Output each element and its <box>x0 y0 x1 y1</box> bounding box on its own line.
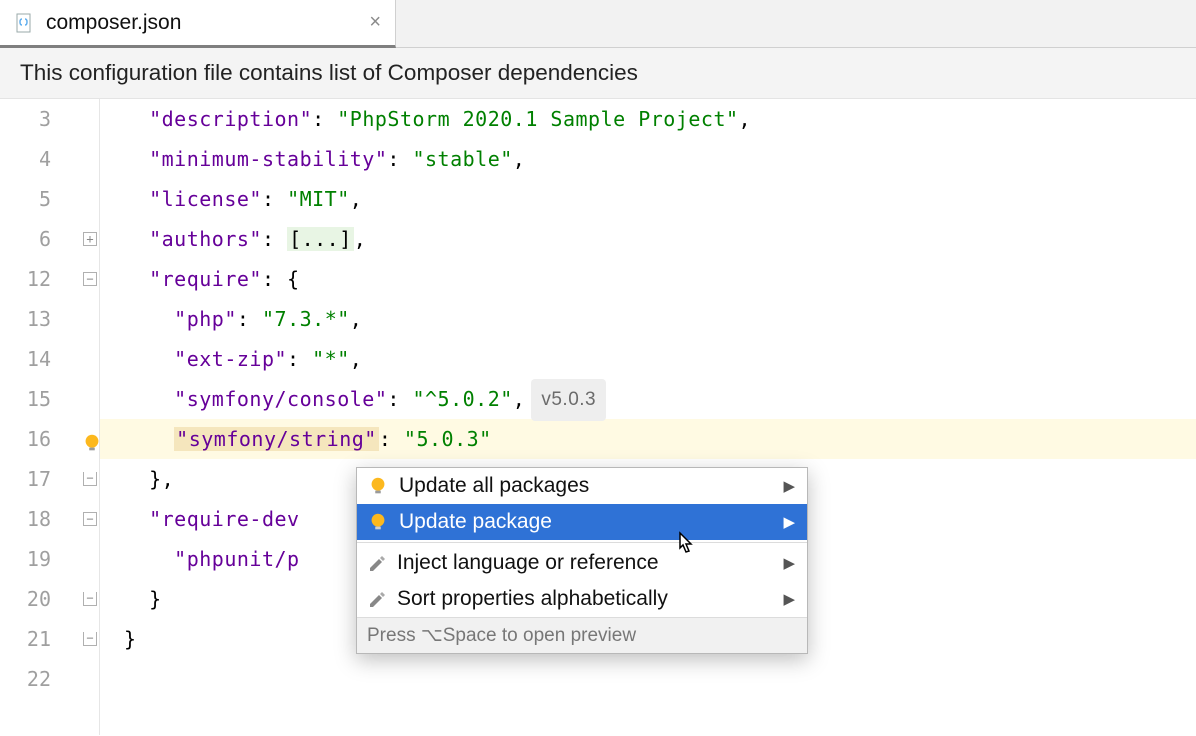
fold-end-icon[interactable]: − <box>83 632 97 646</box>
key-require-dev: "require-dev <box>149 507 300 531</box>
val-description: "PhpStorm 2020.1 Sample Project" <box>337 107 738 131</box>
val-license: "MIT" <box>287 187 350 211</box>
line-number: 18 <box>27 507 51 531</box>
tab-bar: composer.json × <box>0 0 1196 48</box>
bulb-icon <box>367 511 389 533</box>
intention-menu: Update all packages ▶ Update package ▶ I… <box>356 467 808 654</box>
tab-composer-json[interactable]: composer.json × <box>0 0 396 48</box>
menu-sort-properties[interactable]: Sort properties alphabetically ▶ <box>357 581 807 617</box>
pencil-icon <box>367 589 387 609</box>
line-number: 3 <box>39 107 51 131</box>
version-badge: v5.0.3 <box>531 379 606 421</box>
submenu-arrow-icon: ▶ <box>783 513 795 531</box>
submenu-arrow-icon: ▶ <box>783 554 795 572</box>
close-icon[interactable]: × <box>369 11 381 34</box>
line-number: 16 <box>27 427 51 451</box>
composer-banner: This configuration file contains list of… <box>0 48 1196 99</box>
submenu-arrow-icon: ▶ <box>783 590 795 608</box>
menu-label: Update all packages <box>399 474 589 498</box>
fold-end-icon[interactable]: − <box>83 592 97 606</box>
key-symfony-string: "symfony/string" <box>174 427 379 451</box>
tab-filename: composer.json <box>46 11 181 35</box>
key-license: "license" <box>149 187 262 211</box>
menu-separator <box>357 542 807 543</box>
val-symfony-string: "5.0.3" <box>404 427 492 451</box>
key-minimum-stability: "minimum-stability" <box>149 147 387 171</box>
val-ext-zip: "*" <box>312 347 350 371</box>
menu-label: Inject language or reference <box>397 551 659 575</box>
key-authors: "authors" <box>149 227 262 251</box>
gutter: 3 4 5 6+ 12− 13 14 15 16 17− 18− 19 20− … <box>0 99 100 735</box>
line-number: 12 <box>27 267 51 291</box>
menu-update-all-packages[interactable]: Update all packages ▶ <box>357 468 807 504</box>
fold-expand-icon[interactable]: + <box>83 232 97 246</box>
menu-inject-language[interactable]: Inject language or reference ▶ <box>357 545 807 581</box>
line-number: 15 <box>27 387 51 411</box>
pencil-icon <box>367 553 387 573</box>
line-number: 19 <box>27 547 51 571</box>
json-file-icon <box>16 13 36 33</box>
key-phpunit: "phpunit/p <box>174 547 299 571</box>
key-ext-zip: "ext-zip" <box>174 347 287 371</box>
line-number: 5 <box>39 187 51 211</box>
folded-authors[interactable]: [...] <box>287 227 354 251</box>
fold-end-icon[interactable]: − <box>83 472 97 486</box>
menu-label: Sort properties alphabetically <box>397 587 668 611</box>
key-symfony-console: "symfony/console" <box>174 387 387 411</box>
val-minimum-stability: "stable" <box>412 147 512 171</box>
val-php: "7.3.*" <box>262 307 350 331</box>
line-number: 20 <box>27 587 51 611</box>
line-number: 21 <box>27 627 51 651</box>
fold-collapse-icon[interactable]: − <box>83 512 97 526</box>
fold-collapse-icon[interactable]: − <box>83 272 97 286</box>
menu-label: Update package <box>399 510 552 534</box>
line-number: 22 <box>27 667 51 691</box>
key-php: "php" <box>174 307 237 331</box>
submenu-arrow-icon: ▶ <box>783 477 795 495</box>
line-number: 13 <box>27 307 51 331</box>
menu-update-package[interactable]: Update package ▶ <box>357 504 807 540</box>
line-number: 14 <box>27 347 51 371</box>
line-number: 6 <box>39 227 51 251</box>
line-number: 17 <box>27 467 51 491</box>
val-symfony-console: "^5.0.2" <box>412 387 512 411</box>
bulb-icon <box>367 475 389 497</box>
menu-footer-hint: Press ⌥Space to open preview <box>357 617 807 653</box>
key-require: "require" <box>149 267 262 291</box>
key-description: "description" <box>149 107 312 131</box>
line-number: 4 <box>39 147 51 171</box>
